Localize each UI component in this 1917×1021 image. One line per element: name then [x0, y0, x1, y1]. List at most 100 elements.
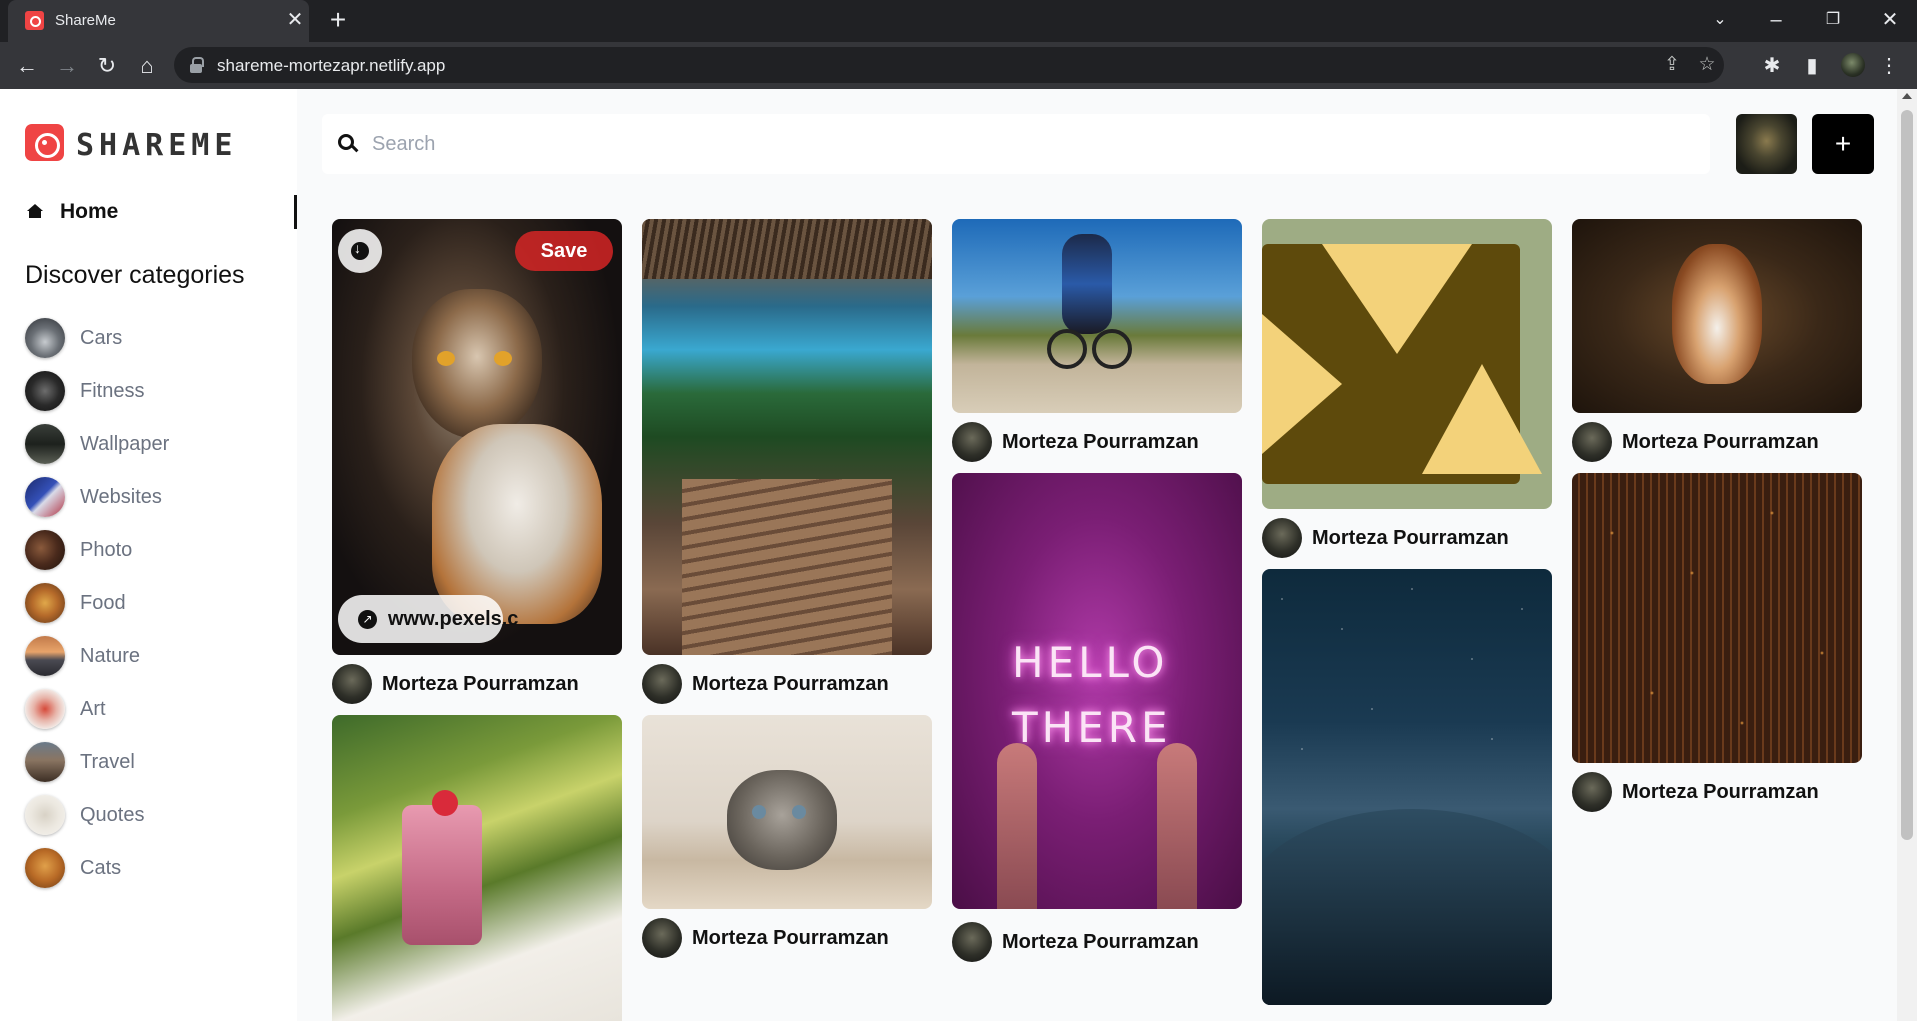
cat-head-shape	[412, 289, 542, 439]
forward-arrow-icon[interactable]: →	[52, 51, 82, 81]
tab-close-icon[interactable]: ✕	[284, 9, 306, 31]
save-button[interactable]: Save	[515, 231, 613, 271]
left-hand-shape	[997, 743, 1037, 909]
neon-text-line-1: HELLO	[1012, 638, 1169, 687]
pin-author[interactable]: Morteza Pourramzan	[642, 918, 932, 960]
search-input[interactable]	[372, 128, 1672, 160]
pin-author[interactable]: Morteza Pourramzan	[1572, 772, 1862, 814]
author-avatar	[642, 918, 682, 958]
category-label: Wallpaper	[80, 433, 170, 455]
pin-image-beach-pergola[interactable]	[642, 219, 932, 655]
sidebar-item-wallpaper[interactable]: Wallpaper	[25, 424, 285, 466]
pin-image-beagle[interactable]	[1572, 219, 1862, 413]
sidebar-item-photo[interactable]: Photo	[25, 530, 285, 572]
author-name: Morteza Pourramzan	[1002, 431, 1199, 453]
search-bar[interactable]	[322, 114, 1710, 174]
bike-wheel-front	[1047, 329, 1087, 369]
smoothie-glass-shape	[402, 805, 482, 945]
scroll-up-arrow-icon[interactable]	[1902, 93, 1912, 99]
pin-author[interactable]: Morteza Pourramzan	[952, 922, 1242, 964]
pin-image-smoothie[interactable]	[332, 715, 622, 1021]
pin-author[interactable]: Morteza Pourramzan	[1572, 422, 1862, 464]
cat-eye-right	[494, 351, 512, 366]
beagle-shape	[1672, 244, 1762, 384]
home-icon	[27, 204, 43, 218]
download-icon[interactable]	[338, 229, 382, 273]
pizza-slice-left	[1262, 314, 1342, 454]
pin-image-pizza[interactable]	[1262, 219, 1552, 509]
pin-author[interactable]: Morteza Pourramzan	[332, 664, 622, 706]
pin-author[interactable]: Morteza Pourramzan	[642, 664, 932, 706]
pin-author[interactable]: Morteza Pourramzan	[1262, 518, 1552, 560]
source-link-button[interactable]: ↗ www.pexels.c	[338, 595, 518, 643]
url-text: shareme-mortezapr.netlify.app	[217, 56, 446, 75]
share-icon[interactable]: ⇪	[1659, 52, 1685, 78]
author-avatar	[1262, 518, 1302, 558]
lock-icon	[190, 57, 204, 73]
bookmark-star-icon[interactable]: ☆	[1694, 52, 1720, 78]
photo-category-image	[25, 530, 65, 570]
home-browser-icon[interactable]: ⌂	[132, 51, 162, 81]
source-link-label: www.pexels.c	[388, 608, 519, 630]
category-label: Websites	[80, 486, 162, 508]
browser-tab[interactable]: ShareMe ✕	[8, 0, 309, 42]
pin-image-cat[interactable]: Save ↗ www.pexels.c	[332, 219, 622, 655]
create-pin-button[interactable]: +	[1812, 114, 1874, 174]
sidebar-item-cars[interactable]: Cars	[25, 318, 285, 360]
cars-category-image	[25, 318, 65, 358]
reload-icon[interactable]: ↻	[92, 51, 122, 81]
arrow-up-right-icon: ↗	[358, 610, 377, 629]
address-bar[interactable]: shareme-mortezapr.netlify.app ⇪ ☆	[174, 47, 1724, 83]
sidebar-item-food[interactable]: Food	[25, 583, 285, 625]
category-label: Art	[80, 698, 106, 720]
pizza-slice-bottom	[1422, 364, 1542, 474]
pin-image-circuit-board[interactable]	[1572, 473, 1862, 763]
browser-profile-avatar[interactable]	[1841, 53, 1865, 77]
author-name: Morteza Pourramzan	[692, 927, 889, 949]
sidebar-item-art[interactable]: Art	[25, 689, 285, 731]
cat-body-shape	[432, 424, 602, 624]
author-avatar	[642, 664, 682, 704]
sidebar-item-cats[interactable]: Cats	[25, 848, 285, 890]
sidebar-item-home[interactable]: Home	[25, 195, 297, 229]
author-name: Morteza Pourramzan	[1312, 527, 1509, 549]
category-label: Photo	[80, 539, 133, 561]
nature-category-image	[25, 636, 65, 676]
pin-image-neon-sign[interactable]: HELLO THERE	[952, 473, 1242, 909]
browser-menu-icon[interactable]: ⋮	[1874, 51, 1904, 81]
scrollbar-thumb[interactable]	[1901, 110, 1913, 840]
browser-tab-strip: ShareMe ✕ + ⌄ – ❐ ✕	[0, 0, 1917, 42]
back-arrow-icon[interactable]: ←	[12, 51, 42, 81]
circuit-lights-shape	[1572, 473, 1862, 763]
author-name: Morteza Pourramzan	[382, 673, 579, 695]
window-close-icon[interactable]: ✕	[1872, 5, 1908, 35]
category-label: Quotes	[80, 804, 145, 826]
strawberry-shape	[432, 790, 458, 816]
user-profile-avatar[interactable]	[1736, 114, 1797, 174]
new-tab-icon[interactable]: +	[324, 6, 352, 34]
category-label: Cats	[80, 857, 122, 879]
sidebar-item-nature[interactable]: Nature	[25, 636, 285, 678]
pin-image-kitten[interactable]	[642, 715, 932, 909]
side-panel-icon[interactable]: ▮	[1797, 51, 1827, 81]
sidebar-item-websites[interactable]: Websites	[25, 477, 285, 519]
pin-image-starry-mountains[interactable]	[1262, 569, 1552, 1005]
sidebar-item-travel[interactable]: Travel	[25, 742, 285, 784]
sidebar-item-quotes[interactable]: Quotes	[25, 795, 285, 837]
author-avatar	[1572, 422, 1612, 462]
mountain-shape	[1262, 809, 1552, 1005]
tab-search-chevron-icon[interactable]: ⌄	[1702, 5, 1738, 35]
kitten-eye-right	[792, 805, 806, 819]
sidebar-item-fitness[interactable]: Fitness	[25, 371, 285, 413]
pergola-roof-shape	[642, 219, 932, 279]
pin-author[interactable]: Morteza Pourramzan	[952, 422, 1242, 464]
art-category-image	[25, 689, 65, 729]
shareme-logo[interactable]: SHAREME	[25, 124, 232, 164]
restore-icon[interactable]: ❐	[1815, 5, 1851, 35]
minimize-icon[interactable]: –	[1758, 5, 1794, 35]
stars-shape	[1262, 569, 1552, 799]
websites-category-image	[25, 477, 65, 517]
extensions-puzzle-icon[interactable]: ✱	[1757, 51, 1787, 81]
pin-image-cyclist[interactable]	[952, 219, 1242, 413]
category-label: Food	[80, 592, 126, 614]
